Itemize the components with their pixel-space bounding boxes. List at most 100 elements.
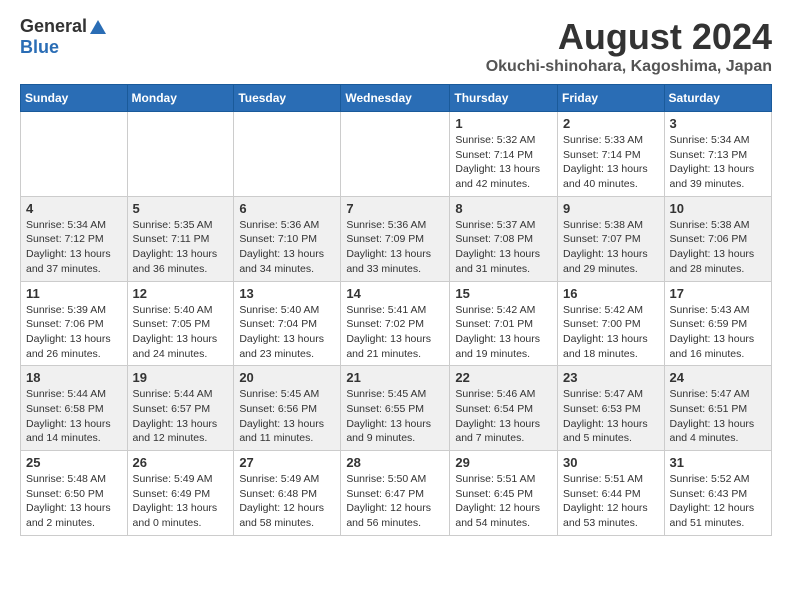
- header-row: Sunday Monday Tuesday Wednesday Thursday…: [21, 85, 772, 112]
- day-number: 25: [26, 455, 122, 470]
- table-row: 15 Sunrise: 5:42 AMSunset: 7:01 PMDayligh…: [450, 281, 558, 366]
- day-number: 9: [563, 201, 659, 216]
- header-friday: Friday: [558, 85, 665, 112]
- calendar-week-row: 25 Sunrise: 5:48 AMSunset: 6:50 PMDayligh…: [21, 451, 772, 536]
- table-row: 27 Sunrise: 5:49 AMSunset: 6:48 PMDayligh…: [234, 451, 341, 536]
- day-number: 28: [346, 455, 444, 470]
- table-row: 26 Sunrise: 5:49 AMSunset: 6:49 PMDayligh…: [127, 451, 234, 536]
- table-row: 10 Sunrise: 5:38 AMSunset: 7:06 PMDayligh…: [664, 196, 771, 281]
- table-row: 21 Sunrise: 5:45 AMSunset: 6:55 PMDayligh…: [341, 366, 450, 451]
- calendar-table: Sunday Monday Tuesday Wednesday Thursday…: [20, 84, 772, 536]
- day-number: 10: [670, 201, 766, 216]
- day-number: 4: [26, 201, 122, 216]
- day-info: Sunrise: 5:32 AMSunset: 7:14 PMDaylight:…: [455, 133, 552, 192]
- day-info: Sunrise: 5:47 AMSunset: 6:51 PMDaylight:…: [670, 387, 766, 446]
- day-number: 18: [26, 370, 122, 385]
- table-row: 25 Sunrise: 5:48 AMSunset: 6:50 PMDayligh…: [21, 451, 128, 536]
- day-number: 12: [133, 286, 229, 301]
- calendar-week-row: 1 Sunrise: 5:32 AMSunset: 7:14 PMDaylight…: [21, 112, 772, 197]
- day-info: Sunrise: 5:41 AMSunset: 7:02 PMDaylight:…: [346, 303, 444, 362]
- calendar-week-row: 11Sunrise: 5:39 AMSunset: 7:06 PMDayligh…: [21, 281, 772, 366]
- day-info: Sunrise: 5:49 AMSunset: 6:48 PMDaylight:…: [239, 472, 335, 531]
- logo-triangle-icon: [89, 18, 107, 36]
- logo-general: General: [20, 16, 87, 37]
- day-info: Sunrise: 5:42 AMSunset: 7:01 PMDaylight:…: [455, 303, 552, 362]
- table-row: [127, 112, 234, 197]
- day-info: Sunrise: 5:38 AMSunset: 7:06 PMDaylight:…: [670, 218, 766, 277]
- day-number: 22: [455, 370, 552, 385]
- table-row: [234, 112, 341, 197]
- day-info: Sunrise: 5:45 AMSunset: 6:55 PMDaylight:…: [346, 387, 444, 446]
- logo: General Blue: [20, 16, 107, 58]
- day-info: Sunrise: 5:35 AMSunset: 7:11 PMDaylight:…: [133, 218, 229, 277]
- header-wednesday: Wednesday: [341, 85, 450, 112]
- calendar-week-row: 18 Sunrise: 5:44 AMSunset: 6:58 PMDayligh…: [21, 366, 772, 451]
- day-number: 16: [563, 286, 659, 301]
- day-number: 30: [563, 455, 659, 470]
- day-info: Sunrise: 5:37 AMSunset: 7:08 PMDaylight:…: [455, 218, 552, 277]
- day-info: Sunrise: 5:52 AMSunset: 6:43 PMDaylight:…: [670, 472, 766, 531]
- day-number: 21: [346, 370, 444, 385]
- table-row: 14 Sunrise: 5:41 AMSunset: 7:02 PMDayligh…: [341, 281, 450, 366]
- table-row: 5Sunrise: 5:35 AMSunset: 7:11 PMDaylight…: [127, 196, 234, 281]
- table-row: 31Sunrise: 5:52 AMSunset: 6:43 PMDayligh…: [664, 451, 771, 536]
- day-info: Sunrise: 5:36 AMSunset: 7:10 PMDaylight:…: [239, 218, 335, 277]
- day-number: 1: [455, 116, 552, 131]
- header-monday: Monday: [127, 85, 234, 112]
- table-row: 6 Sunrise: 5:36 AMSunset: 7:10 PMDaylight…: [234, 196, 341, 281]
- day-info: Sunrise: 5:44 AMSunset: 6:58 PMDaylight:…: [26, 387, 122, 446]
- table-row: 8 Sunrise: 5:37 AMSunset: 7:08 PMDaylight…: [450, 196, 558, 281]
- table-row: 18 Sunrise: 5:44 AMSunset: 6:58 PMDayligh…: [21, 366, 128, 451]
- day-info: Sunrise: 5:44 AMSunset: 6:57 PMDaylight:…: [133, 387, 229, 446]
- table-row: 22 Sunrise: 5:46 AMSunset: 6:54 PMDayligh…: [450, 366, 558, 451]
- table-row: 4 Sunrise: 5:34 AMSunset: 7:12 PMDaylight…: [21, 196, 128, 281]
- day-number: 3: [670, 116, 766, 131]
- table-row: 9 Sunrise: 5:38 AMSunset: 7:07 PMDaylight…: [558, 196, 665, 281]
- table-row: 2 Sunrise: 5:33 AMSunset: 7:14 PMDaylight…: [558, 112, 665, 197]
- table-row: [341, 112, 450, 197]
- day-number: 2: [563, 116, 659, 131]
- day-info: Sunrise: 5:49 AMSunset: 6:49 PMDaylight:…: [133, 472, 229, 531]
- day-number: 17: [670, 286, 766, 301]
- day-info: Sunrise: 5:46 AMSunset: 6:54 PMDaylight:…: [455, 387, 552, 446]
- day-number: 27: [239, 455, 335, 470]
- table-row: 30Sunrise: 5:51 AMSunset: 6:44 PMDayligh…: [558, 451, 665, 536]
- table-row: 29Sunrise: 5:51 AMSunset: 6:45 PMDayligh…: [450, 451, 558, 536]
- header-sunday: Sunday: [21, 85, 128, 112]
- table-row: 12Sunrise: 5:40 AMSunset: 7:05 PMDayligh…: [127, 281, 234, 366]
- day-number: 24: [670, 370, 766, 385]
- title-area: August 2024 Okuchi-shinohara, Kagoshima,…: [486, 16, 772, 76]
- table-row: 23Sunrise: 5:47 AMSunset: 6:53 PMDayligh…: [558, 366, 665, 451]
- day-number: 11: [26, 286, 122, 301]
- day-number: 26: [133, 455, 229, 470]
- day-info: Sunrise: 5:47 AMSunset: 6:53 PMDaylight:…: [563, 387, 659, 446]
- logo-blue: Blue: [20, 37, 59, 57]
- day-number: 14: [346, 286, 444, 301]
- day-info: Sunrise: 5:43 AMSunset: 6:59 PMDaylight:…: [670, 303, 766, 362]
- day-info: Sunrise: 5:51 AMSunset: 6:45 PMDaylight:…: [455, 472, 552, 531]
- day-number: 15: [455, 286, 552, 301]
- location-title: Okuchi-shinohara, Kagoshima, Japan: [486, 58, 772, 76]
- table-row: 19 Sunrise: 5:44 AMSunset: 6:57 PMDayligh…: [127, 366, 234, 451]
- day-info: Sunrise: 5:40 AMSunset: 7:04 PMDaylight:…: [239, 303, 335, 362]
- day-info: Sunrise: 5:34 AMSunset: 7:12 PMDaylight:…: [26, 218, 122, 277]
- day-info: Sunrise: 5:34 AMSunset: 7:13 PMDaylight:…: [670, 133, 766, 192]
- day-info: Sunrise: 5:38 AMSunset: 7:07 PMDaylight:…: [563, 218, 659, 277]
- table-row: 13Sunrise: 5:40 AMSunset: 7:04 PMDayligh…: [234, 281, 341, 366]
- day-info: Sunrise: 5:48 AMSunset: 6:50 PMDaylight:…: [26, 472, 122, 531]
- table-row: 1 Sunrise: 5:32 AMSunset: 7:14 PMDaylight…: [450, 112, 558, 197]
- day-number: 6: [239, 201, 335, 216]
- day-number: 19: [133, 370, 229, 385]
- header-thursday: Thursday: [450, 85, 558, 112]
- day-info: Sunrise: 5:33 AMSunset: 7:14 PMDaylight:…: [563, 133, 659, 192]
- day-info: Sunrise: 5:50 AMSunset: 6:47 PMDaylight:…: [346, 472, 444, 531]
- header-saturday: Saturday: [664, 85, 771, 112]
- day-number: 8: [455, 201, 552, 216]
- day-info: Sunrise: 5:42 AMSunset: 7:00 PMDaylight:…: [563, 303, 659, 362]
- table-row: 28 Sunrise: 5:50 AMSunset: 6:47 PMDayligh…: [341, 451, 450, 536]
- day-number: 7: [346, 201, 444, 216]
- table-row: 3 Sunrise: 5:34 AMSunset: 7:13 PMDaylight…: [664, 112, 771, 197]
- page-header: General Blue August 2024 Okuchi-shinohar…: [20, 16, 772, 76]
- table-row: [21, 112, 128, 197]
- table-row: 17 Sunrise: 5:43 AMSunset: 6:59 PMDayligh…: [664, 281, 771, 366]
